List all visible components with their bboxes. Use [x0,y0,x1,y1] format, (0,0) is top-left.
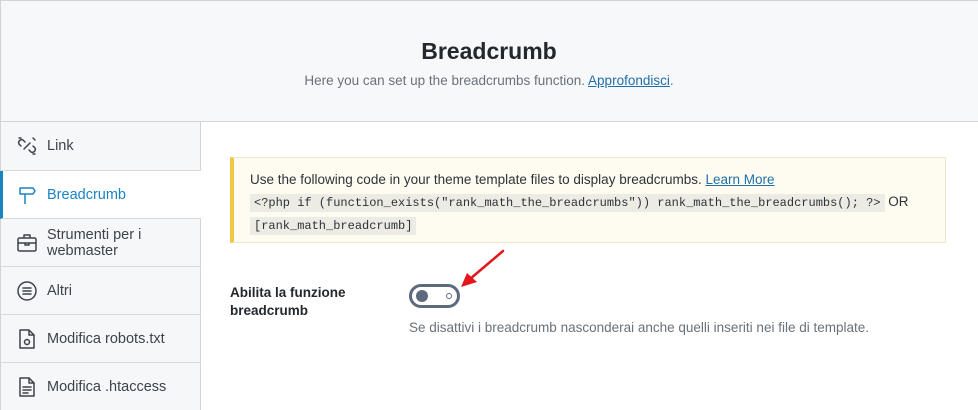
settings-sidebar: Link Breadcrumb Strumenti per i webmaste… [0,122,202,410]
toggle-off-indicator [446,293,452,299]
sidebar-item-htaccess[interactable]: Modifica .htaccess [1,363,201,410]
enable-breadcrumb-description: Se disattivi i breadcrumb nasconderai an… [409,320,869,335]
enable-breadcrumb-label: Abilita la funzione breadcrumb [230,285,346,318]
notice-text: Use the following code in your theme tem… [250,172,702,187]
list-circle-icon [16,280,38,302]
page-subtitle: Here you can set up the breadcrumbs func… [304,73,674,88]
toggle-knob [416,290,428,302]
sidebar-item-others[interactable]: Altri [1,267,201,315]
sidebar-item-link[interactable]: Link [1,122,201,171]
settings-panel: Use the following code in your theme tem… [201,122,978,410]
sidebar-item-breadcrumb[interactable]: Breadcrumb [0,171,202,219]
file-lines-icon [16,376,38,398]
link-icon [16,135,38,157]
breadcrumb-code-notice: Use the following code in your theme tem… [230,157,946,243]
php-code-snippet[interactable]: <?php if (function_exists("rank_math_the… [250,194,885,212]
shortcode-snippet[interactable]: [rank_math_breadcrumb] [250,217,417,235]
or-text: OR [888,194,909,209]
page-header: Breadcrumb Here you can set up the bread… [0,0,978,122]
sidebar-item-robots[interactable]: Modifica robots.txt [1,315,201,363]
learn-more-link[interactable]: Approfondisci [588,73,670,88]
notice-learn-more-link[interactable]: Learn More [706,172,775,187]
file-robot-icon [16,328,38,350]
toolbox-icon [16,232,38,254]
sidebar-item-webmaster-tools[interactable]: Strumenti per i webmaster [1,219,201,267]
signpost-icon [16,184,38,206]
annotation-arrow-icon [461,249,505,287]
page-title: Breadcrumb [421,38,557,64]
